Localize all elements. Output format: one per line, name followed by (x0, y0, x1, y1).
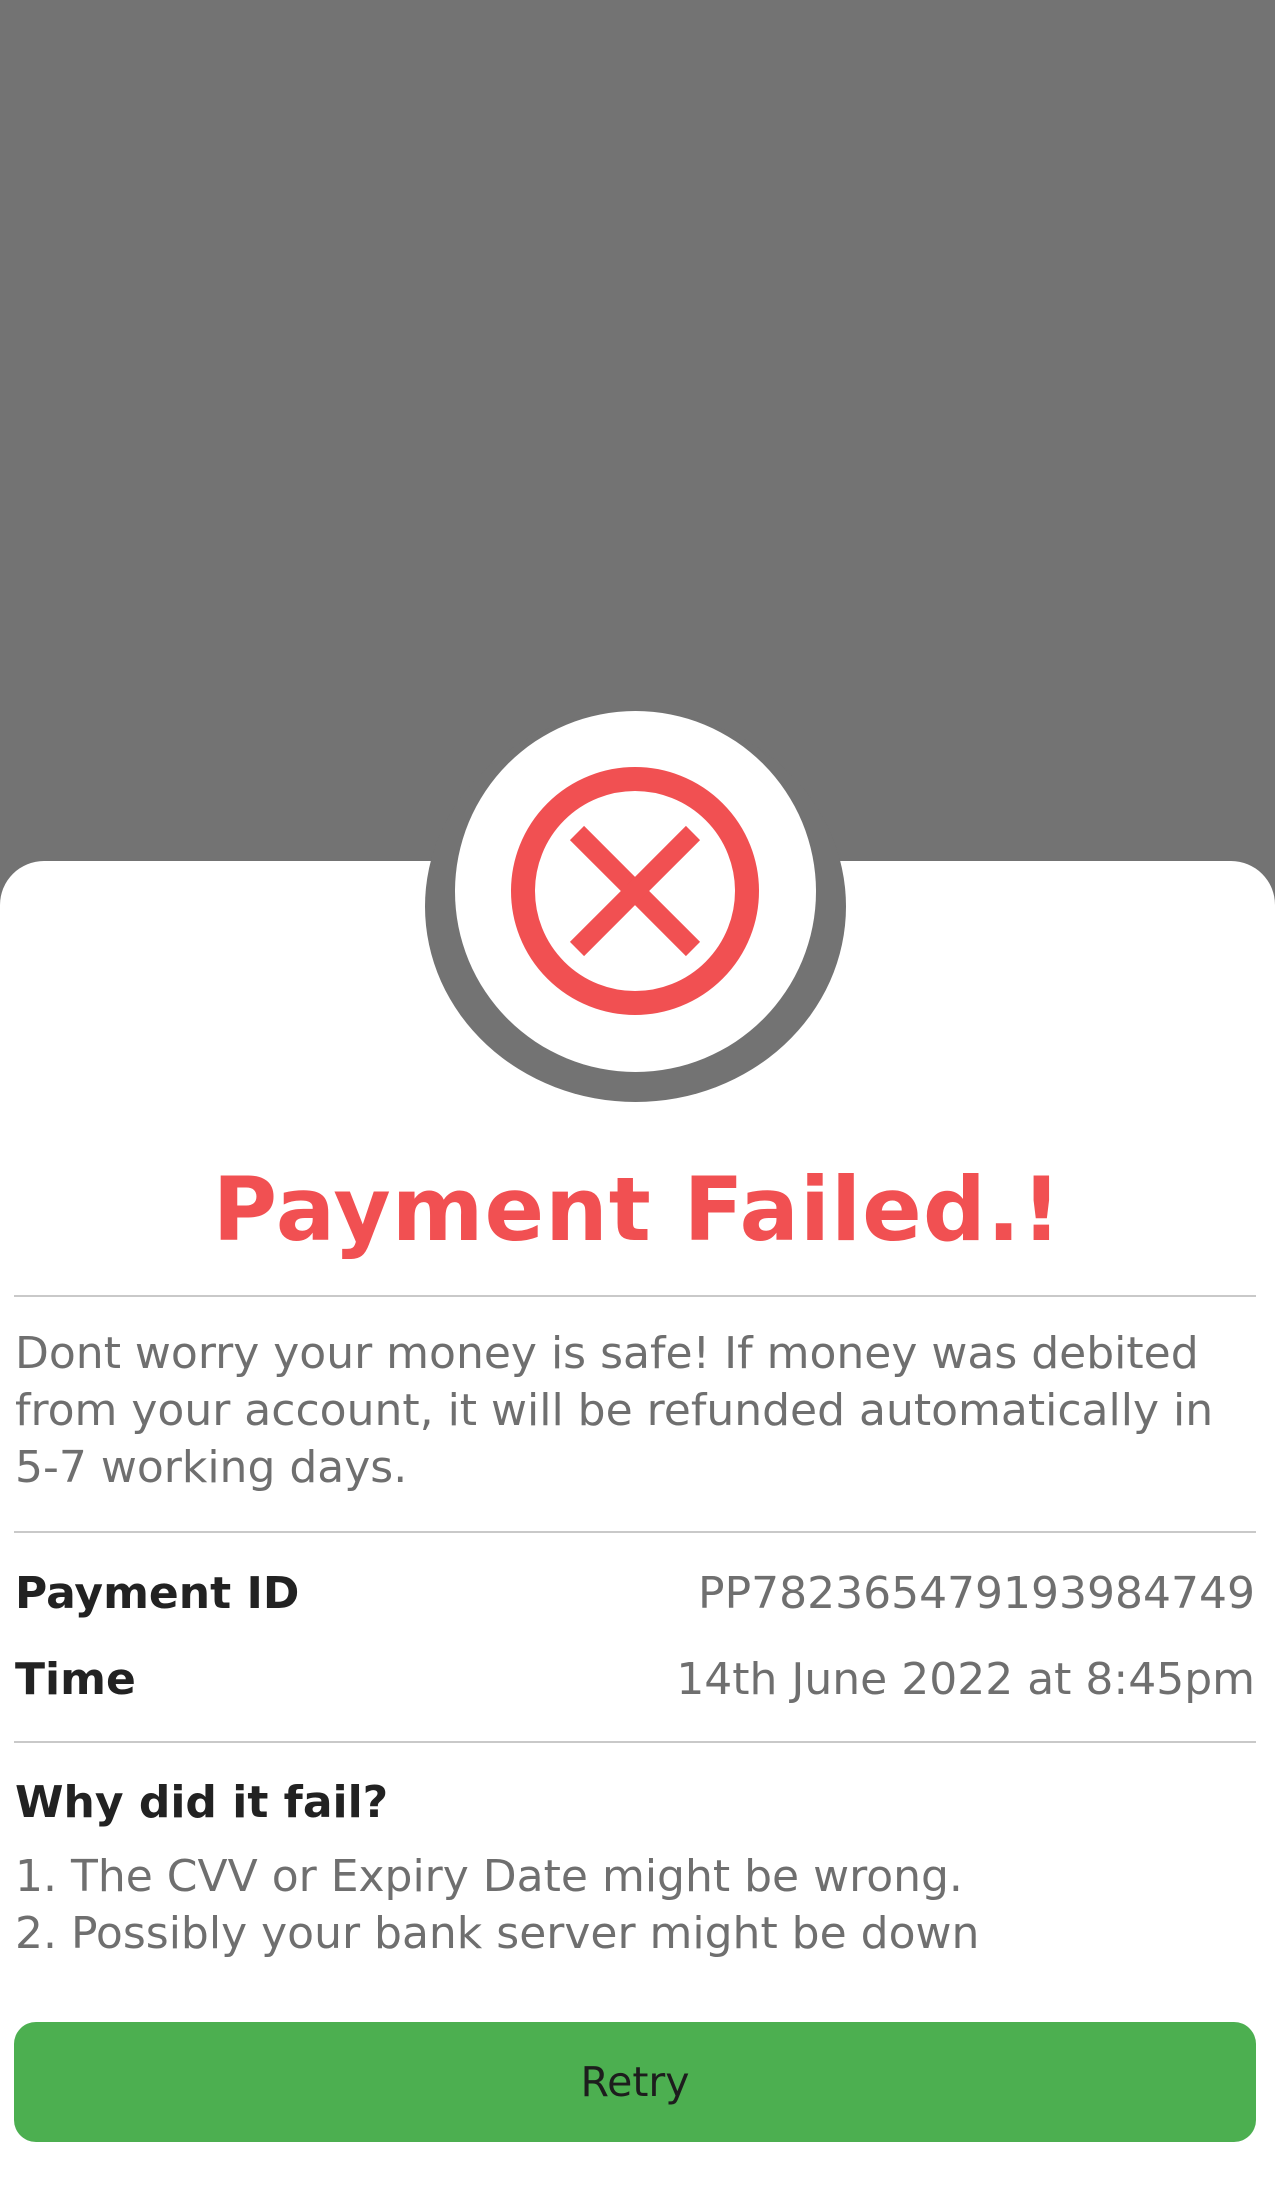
divider (14, 1741, 1256, 1743)
failure-reasons-heading: Why did it fail? (15, 1777, 389, 1828)
failure-reason-item: 1. The CVV or Expiry Date might be wrong… (15, 1851, 963, 1902)
failure-reason-item: 2. Possibly your bank server might be do… (15, 1908, 980, 1959)
payment-id-label: Payment ID (15, 1568, 300, 1619)
time-label: Time (15, 1654, 136, 1705)
time-value: 14th June 2022 at 8:45pm (676, 1654, 1255, 1705)
error-x-circle-icon (511, 767, 759, 1015)
payment-id-value: PP782365479193984749 (698, 1568, 1255, 1619)
divider (14, 1295, 1256, 1297)
retry-button[interactable]: Retry (14, 2022, 1256, 2142)
divider (14, 1531, 1256, 1533)
refund-info-message: Dont worry your money is safe! If money … (15, 1328, 1214, 1493)
payment-status-title: Payment Failed.! (212, 1158, 1063, 1261)
